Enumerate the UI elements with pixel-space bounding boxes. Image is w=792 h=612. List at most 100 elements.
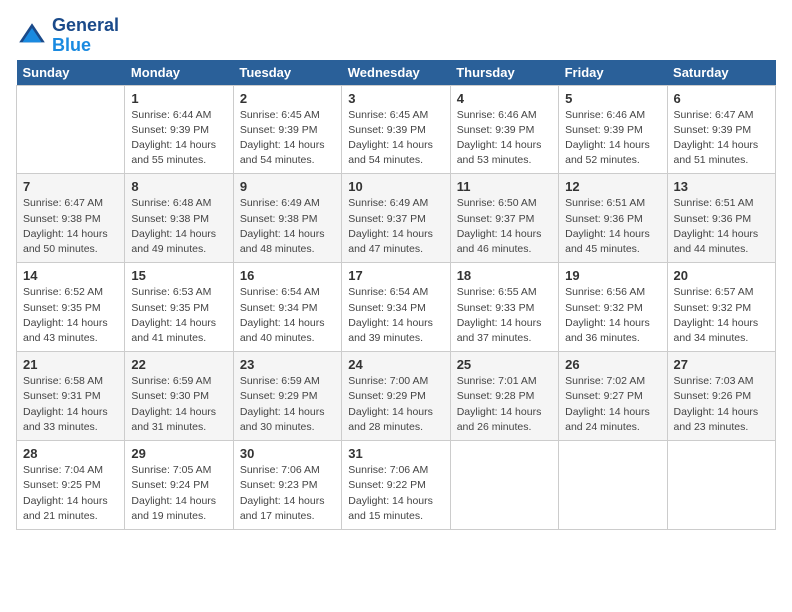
calendar-cell: 27Sunrise: 7:03 AM Sunset: 9:26 PM Dayli… [667, 352, 775, 441]
calendar-cell: 15 Sunrise: 6:53 AM Sunset: 9:35 PM Dayli… [125, 263, 233, 352]
calendar-cell: 26Sunrise: 7:02 AM Sunset: 9:27 PM Dayli… [559, 352, 667, 441]
calendar-cell: 10Sunrise: 6:49 AM Sunset: 9:37 PM Dayli… [342, 174, 450, 263]
day-info: Sunrise: 6:59 AM Sunset: 9:29 PM Dayligh… [240, 374, 335, 435]
day-info: Sunrise: 7:06 AM Sunset: 9:23 PM Dayligh… [240, 463, 335, 524]
day-number: 2 [240, 91, 335, 106]
header-sunday: Sunday [17, 60, 125, 86]
day-info: Sunrise: 6:54 AM Sunset: 9:34 PM Dayligh… [240, 285, 335, 346]
day-number: 21 [23, 357, 118, 372]
calendar-cell: 28 Sunrise: 7:04 AM Sunset: 9:25 PM Dayli… [17, 441, 125, 530]
week-row-2: 7 Sunrise: 6:47 AM Sunset: 9:38 PM Daylig… [17, 174, 776, 263]
day-number: 3 [348, 91, 443, 106]
calendar-cell: 22 Sunrise: 6:59 AM Sunset: 9:30 PM Dayli… [125, 352, 233, 441]
day-number: 19 [565, 268, 660, 283]
day-number: 24 [348, 357, 443, 372]
day-number: 5 [565, 91, 660, 106]
calendar-cell: 12 Sunrise: 6:51 AM Sunset: 9:36 PM Dayli… [559, 174, 667, 263]
calendar-cell: 17 Sunrise: 6:54 AM Sunset: 9:34 PM Dayli… [342, 263, 450, 352]
day-info: Sunrise: 6:49 AM Sunset: 9:38 PM Dayligh… [240, 196, 335, 257]
calendar-cell: 29 Sunrise: 7:05 AM Sunset: 9:24 PM Dayli… [125, 441, 233, 530]
day-info: Sunrise: 6:54 AM Sunset: 9:34 PM Dayligh… [348, 285, 443, 346]
day-info: Sunrise: 7:04 AM Sunset: 9:25 PM Dayligh… [23, 463, 118, 524]
calendar-cell: 11 Sunrise: 6:50 AM Sunset: 9:37 PM Dayli… [450, 174, 558, 263]
day-info: Sunrise: 7:06 AM Sunset: 9:22 PM Dayligh… [348, 463, 443, 524]
calendar-cell [450, 441, 558, 530]
day-number: 20 [674, 268, 769, 283]
day-number: 22 [131, 357, 226, 372]
day-number: 25 [457, 357, 552, 372]
calendar-cell: 7 Sunrise: 6:47 AM Sunset: 9:38 PM Daylig… [17, 174, 125, 263]
header-thursday: Thursday [450, 60, 558, 86]
header-saturday: Saturday [667, 60, 775, 86]
day-info: Sunrise: 6:48 AM Sunset: 9:38 PM Dayligh… [131, 196, 226, 257]
calendar-cell: 18 Sunrise: 6:55 AM Sunset: 9:33 PM Dayli… [450, 263, 558, 352]
day-number: 18 [457, 268, 552, 283]
week-row-3: 14 Sunrise: 6:52 AM Sunset: 9:35 PM Dayli… [17, 263, 776, 352]
calendar-cell [559, 441, 667, 530]
day-number: 15 [131, 268, 226, 283]
day-number: 9 [240, 179, 335, 194]
calendar-cell: 31 Sunrise: 7:06 AM Sunset: 9:22 PM Dayli… [342, 441, 450, 530]
day-number: 26 [565, 357, 660, 372]
calendar-cell: 19 Sunrise: 6:56 AM Sunset: 9:32 PM Dayli… [559, 263, 667, 352]
day-info: Sunrise: 6:50 AM Sunset: 9:37 PM Dayligh… [457, 196, 552, 257]
day-number: 7 [23, 179, 118, 194]
day-number: 11 [457, 179, 552, 194]
day-number: 23 [240, 357, 335, 372]
day-number: 29 [131, 446, 226, 461]
calendar-cell: 5Sunrise: 6:46 AM Sunset: 9:39 PM Daylig… [559, 85, 667, 174]
calendar-cell: 9 Sunrise: 6:49 AM Sunset: 9:38 PM Daylig… [233, 174, 341, 263]
calendar-table: SundayMondayTuesdayWednesdayThursdayFrid… [16, 60, 776, 530]
day-number: 30 [240, 446, 335, 461]
calendar-cell: 16Sunrise: 6:54 AM Sunset: 9:34 PM Dayli… [233, 263, 341, 352]
day-info: Sunrise: 6:45 AM Sunset: 9:39 PM Dayligh… [240, 108, 335, 169]
day-number: 8 [131, 179, 226, 194]
calendar-cell: 21Sunrise: 6:58 AM Sunset: 9:31 PM Dayli… [17, 352, 125, 441]
day-number: 14 [23, 268, 118, 283]
logo: General Blue [16, 16, 119, 56]
calendar-cell: 2 Sunrise: 6:45 AM Sunset: 9:39 PM Daylig… [233, 85, 341, 174]
day-info: Sunrise: 6:55 AM Sunset: 9:33 PM Dayligh… [457, 285, 552, 346]
week-row-5: 28 Sunrise: 7:04 AM Sunset: 9:25 PM Dayli… [17, 441, 776, 530]
calendar-cell: 6Sunrise: 6:47 AM Sunset: 9:39 PM Daylig… [667, 85, 775, 174]
day-info: Sunrise: 6:59 AM Sunset: 9:30 PM Dayligh… [131, 374, 226, 435]
day-info: Sunrise: 6:53 AM Sunset: 9:35 PM Dayligh… [131, 285, 226, 346]
calendar-header-row: SundayMondayTuesdayWednesdayThursdayFrid… [17, 60, 776, 86]
calendar-cell: 23 Sunrise: 6:59 AM Sunset: 9:29 PM Dayli… [233, 352, 341, 441]
logo-icon [16, 20, 48, 52]
calendar-cell: 30 Sunrise: 7:06 AM Sunset: 9:23 PM Dayli… [233, 441, 341, 530]
day-number: 4 [457, 91, 552, 106]
calendar-cell: 24Sunrise: 7:00 AM Sunset: 9:29 PM Dayli… [342, 352, 450, 441]
day-number: 12 [565, 179, 660, 194]
day-number: 10 [348, 179, 443, 194]
day-info: Sunrise: 6:47 AM Sunset: 9:38 PM Dayligh… [23, 196, 118, 257]
day-info: Sunrise: 6:52 AM Sunset: 9:35 PM Dayligh… [23, 285, 118, 346]
day-info: Sunrise: 6:51 AM Sunset: 9:36 PM Dayligh… [565, 196, 660, 257]
day-number: 27 [674, 357, 769, 372]
day-number: 31 [348, 446, 443, 461]
day-info: Sunrise: 7:01 AM Sunset: 9:28 PM Dayligh… [457, 374, 552, 435]
day-number: 28 [23, 446, 118, 461]
calendar-cell: 14 Sunrise: 6:52 AM Sunset: 9:35 PM Dayli… [17, 263, 125, 352]
page-header: General Blue [16, 16, 776, 56]
header-tuesday: Tuesday [233, 60, 341, 86]
day-info: Sunrise: 6:51 AM Sunset: 9:36 PM Dayligh… [674, 196, 769, 257]
logo-text: General Blue [52, 16, 119, 56]
calendar-cell: 13 Sunrise: 6:51 AM Sunset: 9:36 PM Dayli… [667, 174, 775, 263]
week-row-1: 1Sunrise: 6:44 AM Sunset: 9:39 PM Daylig… [17, 85, 776, 174]
day-number: 13 [674, 179, 769, 194]
day-info: Sunrise: 6:57 AM Sunset: 9:32 PM Dayligh… [674, 285, 769, 346]
day-info: Sunrise: 6:47 AM Sunset: 9:39 PM Dayligh… [674, 108, 769, 169]
week-row-4: 21Sunrise: 6:58 AM Sunset: 9:31 PM Dayli… [17, 352, 776, 441]
day-number: 1 [131, 91, 226, 106]
calendar-cell [667, 441, 775, 530]
calendar-cell [17, 85, 125, 174]
day-info: Sunrise: 6:45 AM Sunset: 9:39 PM Dayligh… [348, 108, 443, 169]
day-info: Sunrise: 6:46 AM Sunset: 9:39 PM Dayligh… [457, 108, 552, 169]
calendar-cell: 4 Sunrise: 6:46 AM Sunset: 9:39 PM Daylig… [450, 85, 558, 174]
day-info: Sunrise: 7:05 AM Sunset: 9:24 PM Dayligh… [131, 463, 226, 524]
header-friday: Friday [559, 60, 667, 86]
day-number: 17 [348, 268, 443, 283]
calendar-cell: 20 Sunrise: 6:57 AM Sunset: 9:32 PM Dayli… [667, 263, 775, 352]
day-info: Sunrise: 6:56 AM Sunset: 9:32 PM Dayligh… [565, 285, 660, 346]
